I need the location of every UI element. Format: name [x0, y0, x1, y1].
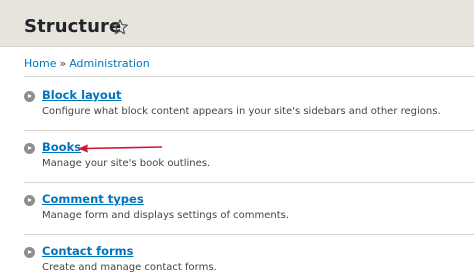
chevron-right-icon: [24, 143, 35, 154]
divider: [24, 234, 474, 235]
breadcrumb: Home» Administration: [24, 57, 150, 70]
annotation-arrow-icon: [78, 144, 163, 153]
breadcrumb-link-administration[interactable]: Administration: [69, 57, 150, 70]
chevron-right-icon: [24, 195, 35, 206]
divider: [24, 182, 474, 183]
page-title: Structure: [24, 16, 122, 37]
star-outline-icon[interactable]: [111, 18, 129, 36]
item-description: Manage your site's book outlines.: [42, 158, 211, 169]
breadcrumb-separator: »: [59, 57, 67, 70]
item-description: Configure what block content appears in …: [42, 106, 441, 117]
link-block-layout[interactable]: Block layout: [42, 88, 122, 102]
chevron-right-icon: [24, 247, 35, 258]
chevron-right-icon: [24, 91, 35, 102]
breadcrumb-link-home[interactable]: Home: [24, 57, 56, 70]
page-header: Structure: [0, 0, 474, 47]
divider: [24, 130, 474, 131]
link-contact-forms[interactable]: Contact forms: [42, 244, 134, 258]
link-comment-types[interactable]: Comment types: [42, 192, 144, 206]
item-description: Manage form and displays settings of com…: [42, 210, 290, 221]
divider: [24, 76, 474, 77]
